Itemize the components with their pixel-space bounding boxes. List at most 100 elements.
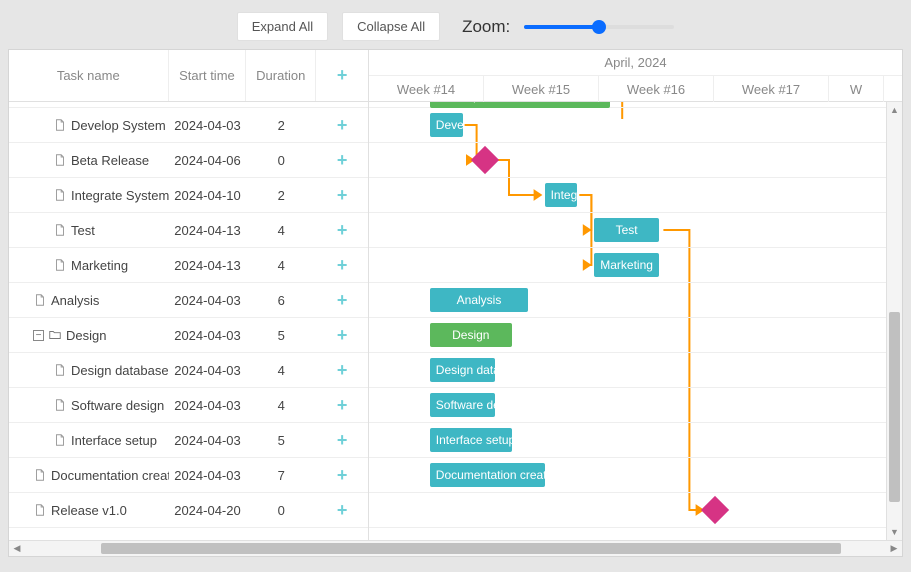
- task-bar[interactable]: Analysis: [430, 288, 528, 312]
- timeline-body[interactable]: Development Develop System Integrate Syste…: [369, 102, 902, 556]
- table-row[interactable]: Develop System2024-04-032+: [9, 108, 368, 143]
- cell-task: Design database: [9, 363, 169, 378]
- cell-add[interactable]: +: [316, 220, 368, 241]
- horizontal-scroll-thumb[interactable]: [101, 543, 841, 554]
- header-start[interactable]: Start time: [169, 50, 247, 101]
- summary-bar[interactable]: Design: [430, 323, 512, 347]
- task-bar-label: Analysis: [457, 293, 502, 307]
- file-icon: [53, 118, 67, 132]
- cell-add[interactable]: +: [316, 500, 368, 521]
- cell-start: 2024-04-10: [169, 188, 247, 203]
- task-bar[interactable]: Integrate System: [545, 183, 578, 207]
- task-bar[interactable]: Develop System: [430, 113, 463, 137]
- table-row[interactable]: Software design2024-04-034+: [9, 388, 368, 423]
- header-task[interactable]: Task name: [9, 50, 169, 101]
- table-row[interactable]: Marketing2024-04-134+: [9, 248, 368, 283]
- file-icon: [33, 293, 47, 307]
- cell-start: 2024-04-03: [169, 468, 247, 483]
- table-row[interactable]: Beta Release2024-04-060+: [9, 143, 368, 178]
- plus-icon: +: [337, 290, 348, 310]
- cell-add[interactable]: +: [316, 150, 368, 171]
- task-bar[interactable]: Interface setup: [430, 428, 512, 452]
- slider-fill: [524, 25, 599, 29]
- plus-icon: +: [337, 500, 348, 520]
- cell-duration: 4: [246, 223, 316, 238]
- cell-start: 2024-04-13: [169, 258, 247, 273]
- grid-header: Task name Start time Duration +: [9, 50, 368, 102]
- cell-task: Marketing: [9, 258, 169, 273]
- plus-icon: +: [337, 185, 348, 205]
- cell-task: Develop System: [9, 118, 169, 133]
- task-bar-label: Develop System: [436, 118, 463, 132]
- cell-start: 2024-04-20: [169, 503, 247, 518]
- table-row[interactable]: − Design2024-04-035+: [9, 318, 368, 353]
- cell-duration: 2: [246, 188, 316, 203]
- task-name: Release v1.0: [51, 503, 127, 518]
- table-row[interactable]: Integrate System2024-04-102 +: [9, 178, 368, 213]
- header-add[interactable]: +: [316, 50, 368, 101]
- plus-icon: +: [337, 150, 348, 170]
- plus-icon: +: [337, 65, 348, 86]
- horizontal-scrollbar[interactable]: ◀ ▶: [9, 540, 902, 556]
- table-row[interactable]: Test2024-04-134+: [9, 213, 368, 248]
- task-bar[interactable]: Marketing: [594, 253, 660, 277]
- task-name: Beta Release: [71, 153, 149, 168]
- scroll-right-icon[interactable]: ▶: [886, 541, 902, 556]
- table-row[interactable]: Design database2024-04-034+: [9, 353, 368, 388]
- vertical-scroll-thumb[interactable]: [889, 312, 900, 502]
- timeline-row: [369, 143, 902, 178]
- file-icon: [53, 153, 67, 167]
- cell-add[interactable]: +: [316, 395, 368, 416]
- cell-add[interactable]: +: [316, 325, 368, 346]
- gantt-app: Expand All Collapse All Zoom: Task name …: [8, 8, 903, 564]
- table-row[interactable]: Interface setup2024-04-035+: [9, 423, 368, 458]
- cell-add[interactable]: +: [316, 185, 368, 206]
- collapse-icon[interactable]: −: [33, 330, 44, 341]
- zoom-slider[interactable]: [524, 20, 674, 34]
- expand-all-button[interactable]: Expand All: [237, 12, 328, 41]
- task-bar[interactable]: Test: [594, 218, 660, 242]
- grid-body[interactable]: Develop System2024-04-032+ Beta Release2…: [9, 102, 368, 556]
- task-name: Integrate System: [71, 188, 169, 203]
- task-name: Design database: [71, 363, 169, 378]
- task-bar-label: Design database: [436, 363, 496, 377]
- week-header: Week #17: [714, 76, 829, 102]
- cell-add[interactable]: +: [316, 290, 368, 311]
- task-name: Software design: [71, 398, 164, 413]
- scroll-down-icon[interactable]: ▼: [887, 524, 902, 540]
- task-bar[interactable]: Design database: [430, 358, 496, 382]
- cell-task: − Design: [9, 328, 169, 343]
- file-icon: [53, 223, 67, 237]
- task-bar[interactable]: Documentation creation: [430, 463, 545, 487]
- task-name: Documentation creation: [51, 468, 169, 483]
- cell-add[interactable]: +: [316, 255, 368, 276]
- cell-add[interactable]: +: [316, 115, 368, 136]
- task-bar-label: Marketing: [600, 258, 653, 272]
- file-icon: [53, 363, 67, 377]
- table-row[interactable]: Documentation creation2024-04-037+: [9, 458, 368, 493]
- cell-add[interactable]: +: [316, 465, 368, 486]
- file-icon: [53, 433, 67, 447]
- table-row[interactable]: Release v1.02024-04-200+: [9, 493, 368, 528]
- task-bar-label: Development: [436, 102, 507, 103]
- vertical-scrollbar[interactable]: ▲ ▼: [886, 102, 902, 540]
- week-header: Week #16: [599, 76, 714, 102]
- cell-task: Test: [9, 223, 169, 238]
- cell-duration: 7: [246, 468, 316, 483]
- cell-add[interactable]: +: [316, 360, 368, 381]
- scroll-up-icon[interactable]: ▲: [887, 102, 902, 118]
- task-bar[interactable]: Software design: [430, 393, 496, 417]
- collapse-all-button[interactable]: Collapse All: [342, 12, 440, 41]
- task-name: Interface setup: [71, 433, 157, 448]
- scroll-left-icon[interactable]: ◀: [9, 541, 25, 556]
- plus-icon: +: [337, 395, 348, 415]
- header-duration[interactable]: Duration: [246, 50, 316, 101]
- cell-add[interactable]: +: [316, 430, 368, 451]
- cell-start: 2024-04-13: [169, 223, 247, 238]
- task-bar-label: Integrate System: [551, 188, 578, 202]
- task-name: Marketing: [71, 258, 128, 273]
- zoom-label: Zoom:: [462, 17, 510, 37]
- slider-thumb[interactable]: [592, 20, 606, 34]
- cell-start: 2024-04-03: [169, 363, 247, 378]
- table-row[interactable]: Analysis2024-04-036+: [9, 283, 368, 318]
